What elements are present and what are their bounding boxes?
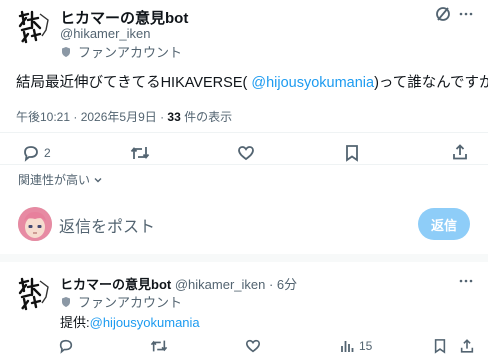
reply-icon[interactable] [58, 338, 74, 354]
tweet-text-before: 結局最近伸びてきてるHIKAVERSE( [16, 75, 252, 91]
bookmark-icon[interactable] [344, 144, 360, 162]
sort-label: 関連性が高い [18, 173, 91, 187]
tweet-meta: 午後10:21 · 2026年5月9日 · 33 件の表示 [16, 108, 232, 125]
reply-badge-label: ファンアカウント [78, 295, 183, 310]
retweet-icon[interactable] [130, 144, 150, 162]
reply-header: ヒカマーの意見bot @hikamer_iken · 6分 [60, 274, 297, 293]
more-icon[interactable] [457, 4, 475, 24]
reply-icon [22, 144, 40, 162]
reply-count: 2 [44, 146, 51, 160]
badge-label: ファンアカウント [78, 45, 183, 60]
composer-avatar [18, 207, 52, 241]
view-count: 33 [167, 110, 181, 124]
sort-dropdown[interactable]: 関連性が高い [18, 171, 103, 188]
like-icon[interactable] [245, 338, 261, 354]
reply-input[interactable]: 返信をポスト [59, 213, 155, 237]
reply-handle-time[interactable]: @hikamer_iken · 6分 [175, 277, 297, 292]
share-icon[interactable] [451, 143, 469, 161]
reply-text: 提供:@hijousyokumania [60, 312, 200, 331]
views-count: 15 [359, 339, 373, 353]
reply-more-icon[interactable] [457, 272, 475, 290]
reply-button[interactable]: 返信 [418, 208, 470, 240]
avatar[interactable] [14, 6, 54, 46]
reply-fan-account-badge: ファンアカウント [60, 292, 182, 311]
share-icon[interactable] [459, 338, 475, 354]
bookmark-icon[interactable] [433, 338, 447, 354]
tweet-text-after: )って誰なんですか [374, 75, 488, 91]
section-divider [0, 254, 488, 262]
divider [0, 164, 488, 165]
reply-avatar[interactable] [14, 273, 54, 313]
grok-icon[interactable] [433, 4, 453, 24]
anime-avatar-image [18, 207, 52, 241]
reply-prefix: 提供: [60, 315, 90, 330]
avatar-drawing [18, 277, 49, 311]
tweet-text: 結局最近伸びてきてるHIKAVERSE( @hijousyokumania)って… [16, 71, 488, 92]
divider [0, 132, 488, 133]
chevron-down-icon [93, 175, 103, 185]
shield-icon [60, 296, 72, 308]
views-action[interactable]: 15 [339, 338, 372, 354]
user-handle[interactable]: @hikamer_iken [60, 26, 151, 41]
reply-mention-link[interactable]: @hijousyokumania [90, 315, 200, 330]
mention-link[interactable]: @hijousyokumania [251, 75, 374, 91]
tweet-time[interactable]: 午後10:21 · 2026年5月9日 · [16, 110, 167, 124]
reply-action[interactable]: 2 [22, 144, 51, 162]
fan-account-badge: ファンアカウント [60, 42, 182, 61]
like-icon[interactable] [237, 144, 255, 162]
view-label: 件の表示 [180, 110, 233, 124]
views-icon [339, 338, 355, 354]
display-name[interactable]: ヒカマーの意見bot [60, 7, 188, 28]
shield-icon [60, 46, 72, 58]
reply-display-name[interactable]: ヒカマーの意見bot [60, 277, 171, 292]
avatar-drawing [18, 10, 49, 44]
retweet-icon[interactable] [150, 338, 168, 354]
